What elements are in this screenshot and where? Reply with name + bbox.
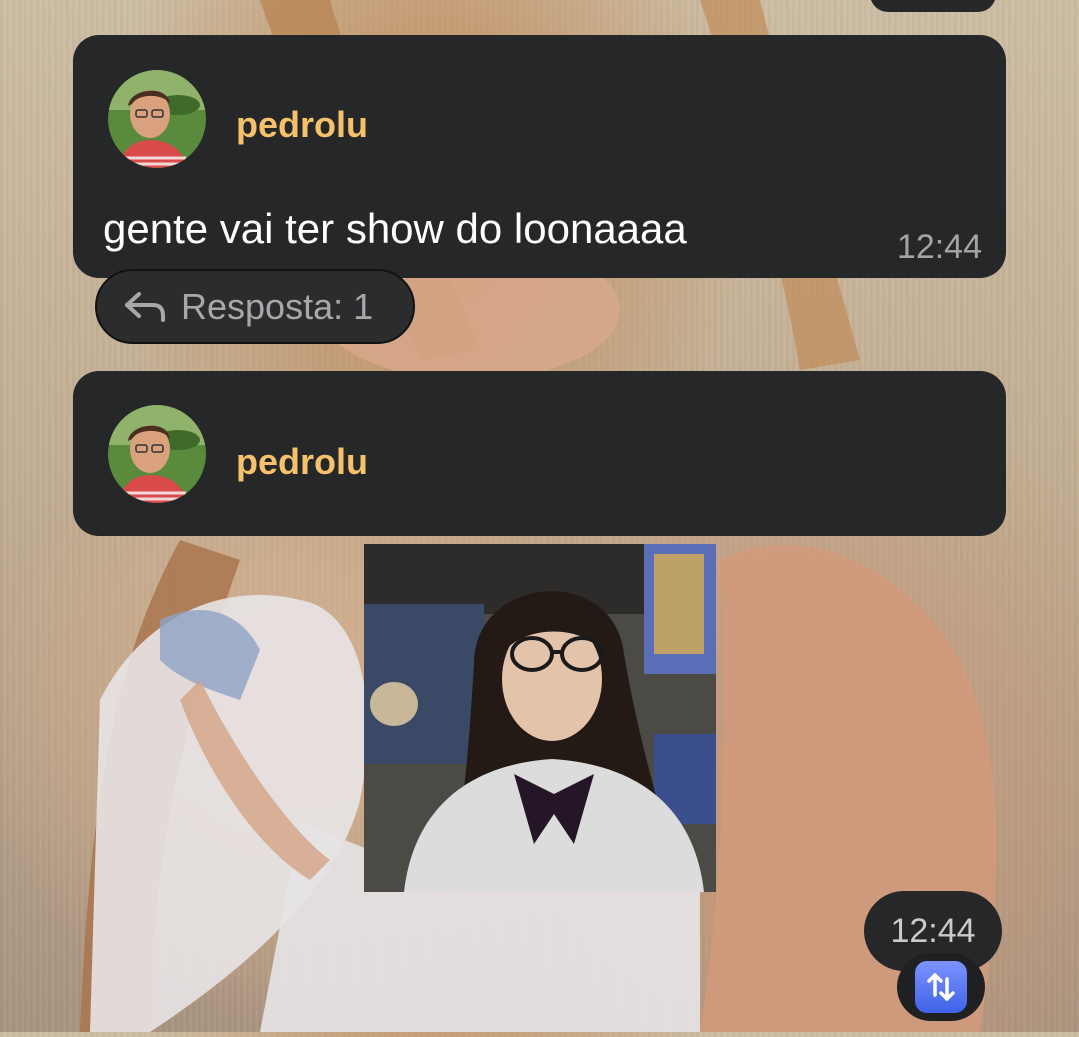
avatar[interactable] xyxy=(108,405,206,503)
repeat-icon-tile xyxy=(915,961,967,1013)
message-timestamp: 12:44 xyxy=(896,228,982,266)
avatar-image xyxy=(108,405,206,503)
message-bubble[interactable]: pedrolu gente vai ter show do loonaaaa 1… xyxy=(73,35,1006,278)
sticker-image[interactable] xyxy=(364,544,716,892)
replies-count-label: Resposta: 1 xyxy=(181,285,374,327)
reply-arrow-icon xyxy=(125,291,165,322)
message-text: gente vai ter show do loonaaaa xyxy=(103,205,687,252)
message-author[interactable]: pedrolu xyxy=(236,105,368,145)
avatar-image xyxy=(108,70,206,168)
repeat-icon xyxy=(927,973,955,1001)
message-bubble[interactable]: pedrolu xyxy=(73,371,1006,536)
previous-message-bubble xyxy=(870,0,996,12)
message-author[interactable]: pedrolu xyxy=(236,442,368,482)
message-timestamp: 12:44 xyxy=(890,912,976,950)
avatar[interactable] xyxy=(108,70,206,168)
repeat-button[interactable] xyxy=(897,953,985,1021)
sticker-photo xyxy=(364,544,716,892)
replies-button[interactable]: Resposta: 1 xyxy=(95,269,415,344)
